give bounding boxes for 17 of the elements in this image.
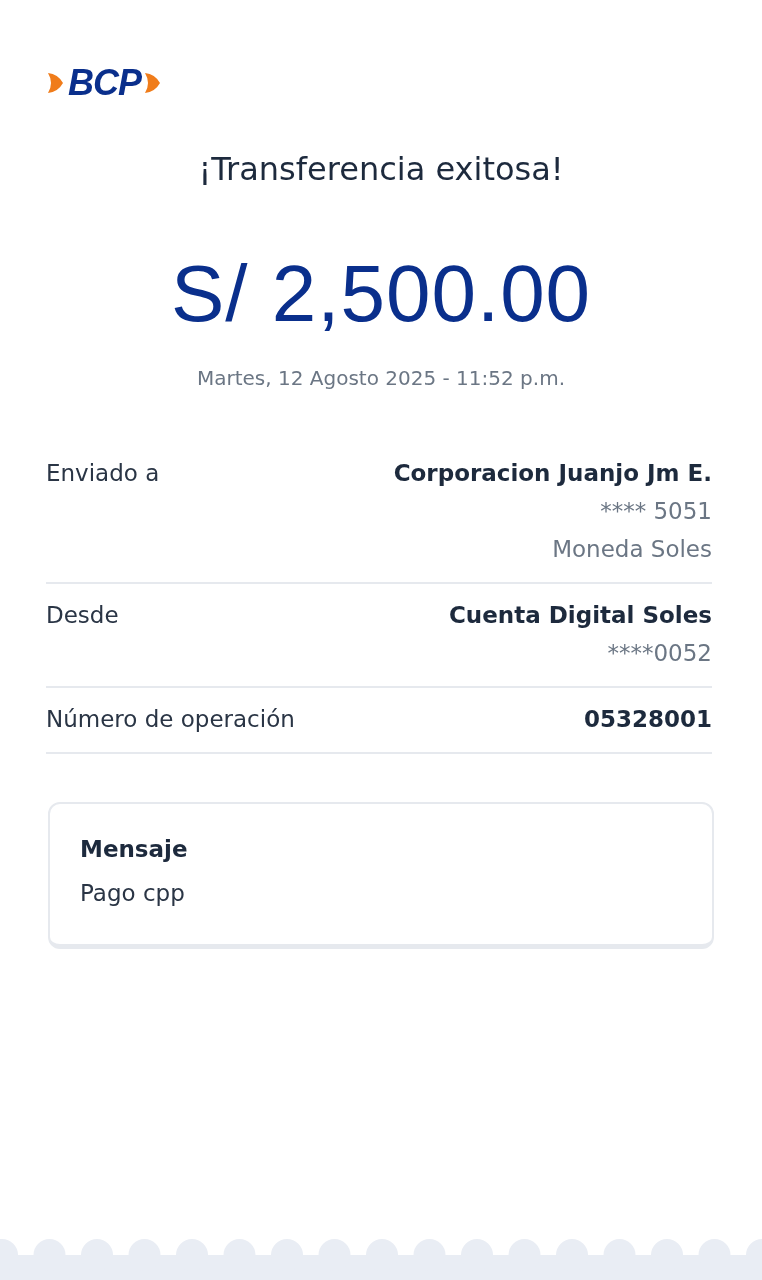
message-text: Pago cpp — [80, 880, 185, 906]
detail-subtext: Moneda Soles — [552, 536, 712, 562]
detail-subtext: ****0052 — [607, 640, 712, 666]
success-title: ¡Transferencia exitosa! — [197, 150, 565, 188]
detail-label: Enviado a — [46, 460, 160, 488]
detail-value: 05328001 — [583, 706, 712, 732]
chevron-icon — [46, 70, 66, 96]
detail-subtext: **** 5051 — [600, 498, 712, 524]
chevron-icon — [143, 70, 163, 96]
date-time: Martes, 12 Agosto 2025 - 11:52 p.m. — [196, 366, 566, 390]
detail-value: Cuenta Digital Soles — [448, 602, 712, 628]
logo-text: BCP — [68, 62, 141, 104]
detail-label: Desde — [46, 602, 119, 630]
amount: S/ 2,500.00 — [169, 254, 593, 334]
message-heading: Mensaje — [80, 836, 188, 862]
detail-label: Número de operación — [46, 706, 295, 732]
detail-value: Corporacion Juanjo Jm E. — [393, 460, 712, 486]
